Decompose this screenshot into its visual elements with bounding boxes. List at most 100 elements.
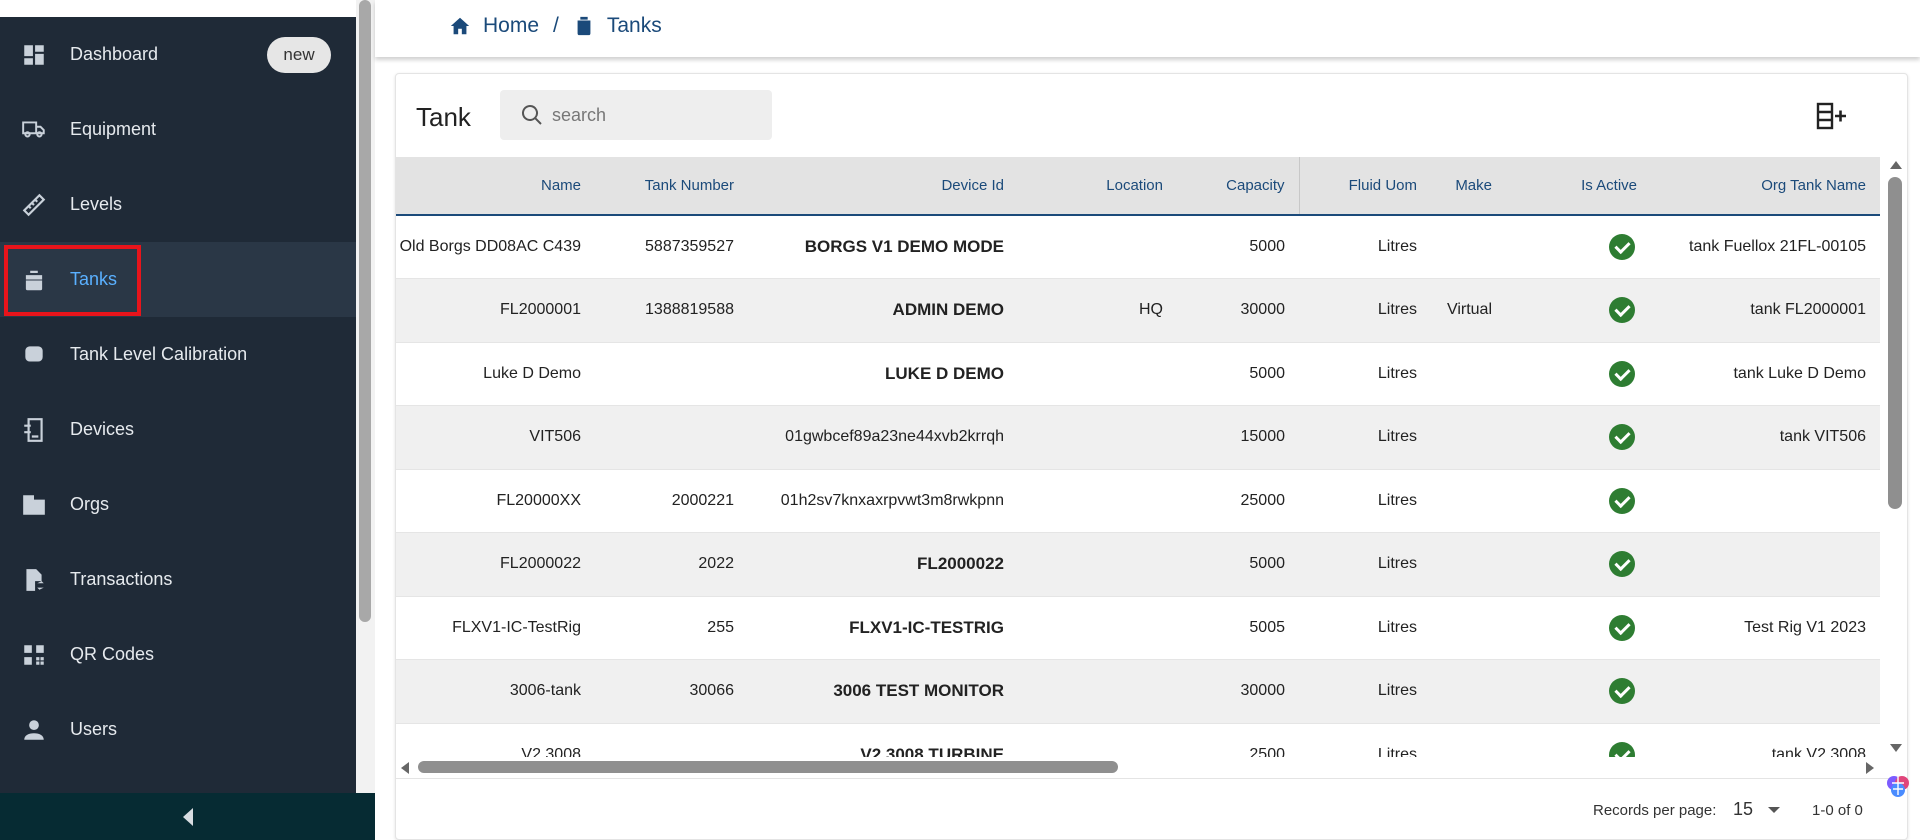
sidebar-item-orgs[interactable]: Orgs [0,467,356,542]
cell-org-tank-name [1651,660,1880,724]
sidebar-item-equipment[interactable]: Equipment [0,92,356,167]
calibration-icon [20,341,48,369]
table-row[interactable]: VIT506 01gwbcef89a23ne44xvb2krrqh 15000 Lit… [396,405,1880,470]
pagination-range: 1-0 of 0 [1812,802,1863,819]
vertical-scrollbar-thumb[interactable] [1888,177,1902,509]
sidebar-item-dashboard[interactable]: Dashboard new [0,17,356,92]
cell-fluid-uom: Litres [1377,301,1417,319]
top-header: Home / Tanks [375,0,1920,57]
brain-assistant-icon[interactable] [1885,773,1911,799]
cell-is-active [1506,279,1651,343]
table-row[interactable]: FL2000001 1388819588 ADMIN DEMO HQ 30000 Litr… [396,278,1880,343]
active-check-icon [1609,424,1635,451]
cell-fluid-uom: Litres [1377,364,1417,382]
cell-capacity: 15000 [1240,428,1286,446]
tanks-table-container: Name Tank Number Device Id Location Capa… [396,157,1880,757]
cell-device-id: BORGS V1 DEMO MODE [804,237,1004,256]
cell-device-id: FL2000022 [917,554,1004,574]
cell-device-id: 01gwbcef89a23ne44xvb2krrqh [785,428,1004,446]
table-row[interactable]: FL2000022 2022 FL2000022 5000 Litres [396,532,1880,597]
column-header-device-id[interactable]: Device Id [748,157,1018,216]
column-header-name[interactable]: Name [396,157,595,216]
cell-location [1018,215,1177,279]
scroll-right-arrow-icon[interactable] [1866,762,1874,774]
add-row-icon [1816,102,1846,130]
table-row[interactable]: FL20000XX 2000221 01h2sv7knxaxrpvwt3m8rwkp… [396,469,1880,533]
table-row[interactable]: V2 3008 V2 3008 TURBINE 2500 Litres tank V2 … [396,723,1880,757]
search-box[interactable] [500,90,772,140]
chevron-down-icon[interactable] [1768,807,1780,813]
cell-capacity: 30000 [1240,301,1286,319]
column-header-is-active[interactable]: Is Active [1506,157,1651,216]
sidebar-item-users[interactable]: Users [0,692,356,767]
breadcrumb-home[interactable]: Home [449,14,539,38]
sidebar-item-label: Dashboard [70,44,159,64]
sidebar-item-label: Levels [70,194,123,214]
horizontal-scrollbar-thumb[interactable] [418,761,1118,773]
column-header-fluid-uom[interactable]: Fluid Uom [1298,157,1431,216]
cell-device-id: V2 3008 TURBINE [860,744,1004,757]
scroll-down-arrow-icon[interactable] [1890,744,1902,752]
table-row[interactable]: 3006-tank 30066 3006 TEST MONITOR 30000 Litr… [396,659,1880,724]
cell-device-id: LUKE D DEMO [885,363,1004,383]
column-header-tank-number[interactable]: Tank Number [595,157,748,216]
records-per-page-select[interactable]: 15 [1733,799,1753,820]
cell-make [1431,533,1506,597]
cell-tank-number [595,723,748,757]
sidebar-item-label: Tank Level Calibration [70,344,248,364]
sidebar-item-label: Transactions [70,569,173,589]
table-horizontal-scrollbar[interactable] [396,757,1886,777]
cell-location [1018,406,1177,470]
dashboard-icon [20,41,48,69]
table-row[interactable]: Luke D Demo LUKE D DEMO 5000 Litres tank Luk… [396,342,1880,406]
sidebar-item-tank-level-calibration[interactable]: Tank Level Calibration [0,317,356,392]
column-header-capacity[interactable]: Capacity [1177,157,1299,216]
sidebar-item-devices[interactable]: Devices [0,392,356,467]
cell-org-tank-name: tank Luke D Demo [1733,364,1866,382]
sidebar-item-levels[interactable]: Levels [0,167,356,242]
cell-capacity: 5000 [1249,238,1285,255]
table-row[interactable]: Old Borgs DD08AC C439 5887359527 BORGS V1 … [396,215,1880,279]
active-check-icon [1609,234,1635,260]
sidebar-collapse-button[interactable] [0,793,375,840]
breadcrumb-separator: / [553,14,559,37]
cell-capacity: 25000 [1240,491,1286,509]
truck-icon [20,116,48,144]
cell-tank-number: 1388819588 [645,301,734,319]
transaction-icon [20,566,48,594]
cell-is-active [1506,406,1651,470]
sidebar-nav: Dashboard new Equipment Levels Tanks Tan… [0,17,356,767]
cell-is-active [1506,660,1651,724]
column-header-make[interactable]: Make [1431,157,1506,216]
breadcrumb-current[interactable]: Tanks [573,14,662,38]
sidebar-item-qr-codes[interactable]: QR Codes [0,617,356,692]
table-vertical-scrollbar[interactable] [1886,157,1906,755]
table-row[interactable]: FLXV1-IC-TestRig 255 FLXV1-IC-TESTRIG 5005 L… [396,596,1880,660]
cell-location [1018,533,1177,597]
cell-make [1431,215,1506,279]
sidebar-top-strip [0,0,356,17]
column-header-org-tank-name[interactable]: Org Tank Name [1651,157,1880,216]
cell-is-active [1506,596,1651,660]
sidebar-scrollbar-thumb[interactable] [359,0,371,622]
cell-org-tank-name: tank V2 3008 [1771,745,1866,757]
search-icon [521,104,542,125]
scroll-left-arrow-icon[interactable] [401,762,409,774]
cell-fluid-uom: Litres [1377,682,1417,700]
sidebar-scrollbar[interactable] [356,0,375,793]
sidebar-item-label: QR Codes [70,644,155,664]
cell-tank-number: 5887359527 [645,238,734,255]
cell-name: FL2000001 [500,301,581,319]
tank-card: Tank Name Tank Numb [395,73,1908,840]
add-row-button[interactable] [1816,102,1850,132]
scroll-up-arrow-icon[interactable] [1890,161,1902,169]
sidebar-item-transactions[interactable]: Transactions [0,542,356,617]
cell-device-id: 3006 TEST MONITOR [833,681,1004,701]
user-icon [20,716,48,744]
column-header-location[interactable]: Location [1018,157,1177,216]
cell-org-tank-name [1651,533,1880,597]
search-input[interactable] [552,100,762,130]
cell-name: Luke D Demo [483,364,581,382]
cell-tank-number: 255 [707,618,734,636]
cell-location [1018,660,1177,724]
